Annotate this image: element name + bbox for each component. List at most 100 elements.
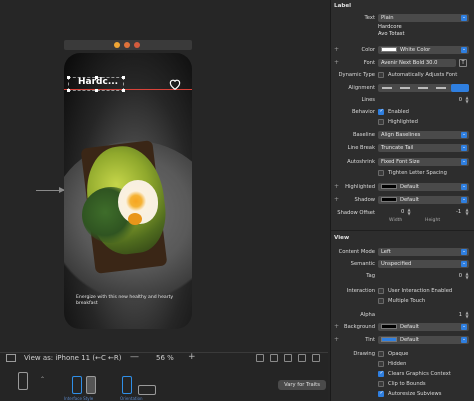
chevron-down-icon: ⌄: [461, 159, 467, 165]
resize-handle[interactable]: [95, 89, 98, 92]
content-mode-select[interactable]: Left ⌄: [378, 248, 469, 256]
tint-color-select[interactable]: Default ⌄: [378, 336, 469, 344]
section-divider: [331, 230, 474, 231]
chevron-down-icon: ⌄: [461, 261, 467, 267]
chevron-down-icon: ⌄: [461, 249, 467, 255]
add-variation-icon[interactable]: +: [334, 196, 339, 203]
exit-icon[interactable]: [134, 42, 140, 48]
align-icon[interactable]: [284, 354, 292, 362]
tag-value[interactable]: 0: [459, 273, 462, 279]
highlighted-color-select[interactable]: Default ⌄: [378, 183, 469, 191]
user-interaction-checkbox[interactable]: [378, 288, 384, 294]
view-controller-icon[interactable]: [114, 42, 120, 48]
heart-icon[interactable]: [168, 77, 182, 91]
multiple-touch-checkbox[interactable]: [378, 298, 384, 304]
hidden-label: Hidden: [388, 361, 407, 367]
enabled-label: Enabled: [388, 109, 409, 115]
align-center-icon[interactable]: [400, 87, 410, 89]
clears-graphics-checkbox[interactable]: [378, 370, 384, 377]
text-content-line: Avo Totast: [378, 31, 405, 37]
line-break-select[interactable]: Truncate Tail ⌄: [378, 144, 469, 152]
highlighted-label: Highlighted: [388, 119, 418, 125]
add-variation-icon[interactable]: +: [334, 183, 339, 190]
caption-label[interactable]: Energize with this new healthy and heart…: [76, 295, 180, 307]
color-select[interactable]: White Color ⌄: [378, 46, 469, 54]
dynamic-type-checkbox[interactable]: [378, 72, 384, 78]
label-section-title: Label: [334, 3, 352, 9]
semantic-label: Semantic: [350, 261, 375, 267]
align-left-icon[interactable]: [382, 87, 392, 89]
title-label[interactable]: Hardc...: [78, 77, 118, 87]
align-natural-icon[interactable]: [451, 84, 469, 92]
shadow-height-stepper[interactable]: ▲ ▼: [464, 208, 470, 216]
tag-stepper[interactable]: ▲ ▼: [464, 272, 470, 280]
view-as-label[interactable]: View as: iPhone 11 (←C ←R): [24, 354, 122, 362]
font-picker-icon[interactable]: T: [459, 59, 467, 67]
baseline-select[interactable]: Align Baselines ⌄: [378, 131, 469, 139]
add-constraints-icon[interactable]: [298, 354, 306, 362]
embed-in-icon[interactable]: [270, 354, 278, 362]
chevron-down-icon: ⌄: [461, 184, 467, 190]
first-responder-icon[interactable]: [124, 42, 130, 48]
add-variation-icon[interactable]: +: [334, 336, 339, 343]
alpha-stepper[interactable]: ▲ ▼: [464, 311, 470, 319]
document-outline-icon[interactable]: [6, 354, 16, 362]
behavior-label: Behavior: [351, 109, 375, 115]
portrait-orientation-icon[interactable]: [122, 376, 132, 394]
shadow-offset-width[interactable]: 0: [401, 209, 404, 215]
resize-handle[interactable]: [67, 89, 70, 92]
iphone-scene[interactable]: Hardc... Energize with this new healthy …: [64, 53, 192, 329]
baseline-label: Baseline: [353, 132, 375, 138]
alpha-value[interactable]: 1: [459, 312, 462, 318]
vary-for-traits-button[interactable]: Vary for Traits: [278, 380, 326, 390]
align-justified-icon[interactable]: [436, 87, 446, 89]
highlighted-checkbox[interactable]: [378, 119, 384, 125]
opaque-label: Opaque: [388, 351, 409, 357]
entry-point-arrow[interactable]: [36, 187, 65, 193]
color-label: Color: [361, 47, 375, 53]
line-break-label: Line Break: [347, 145, 375, 151]
resolve-issues-icon[interactable]: [312, 354, 320, 362]
lines-stepper[interactable]: ▲ ▼: [464, 96, 470, 104]
opaque-checkbox[interactable]: [378, 351, 384, 357]
baseline-value: Align Baselines: [381, 132, 421, 138]
line-break-value: Truncate Tail: [381, 145, 414, 151]
chevron-down-icon: ⌄: [461, 337, 467, 343]
background-value: Default: [400, 324, 419, 330]
semantic-select[interactable]: Unspecified ⌄: [378, 260, 469, 268]
update-frames-icon[interactable]: [256, 354, 264, 362]
light-appearance-icon[interactable]: [72, 376, 82, 394]
resize-handle[interactable]: [122, 76, 125, 79]
background-color-select[interactable]: Default ⌄: [378, 323, 469, 331]
scene-dock[interactable]: [64, 40, 192, 50]
dynamic-type-label: Dynamic Type: [338, 72, 375, 78]
dark-appearance-icon[interactable]: [86, 376, 96, 394]
shadow-width-stepper[interactable]: ▲ ▼: [406, 208, 412, 216]
device-chooser-chevron-icon[interactable]: ⌃: [40, 376, 45, 383]
add-variation-icon[interactable]: +: [334, 46, 339, 53]
hidden-checkbox[interactable]: [378, 361, 384, 367]
text-content-area[interactable]: Hardcore Avo Totast: [378, 24, 469, 44]
shadow-offset-height[interactable]: -1: [456, 209, 461, 215]
zoom-in-button[interactable]: +: [188, 352, 196, 362]
autoshrink-select[interactable]: Fixed Font Size ⌄: [378, 158, 469, 166]
device-iphone-icon[interactable]: [18, 372, 28, 390]
align-right-icon[interactable]: [418, 87, 428, 89]
clip-to-bounds-checkbox[interactable]: [378, 381, 384, 387]
enabled-checkbox[interactable]: [378, 108, 384, 115]
text-type-select[interactable]: Plain ⌄: [378, 14, 469, 22]
add-variation-icon[interactable]: +: [334, 59, 339, 66]
add-variation-icon[interactable]: +: [334, 323, 339, 330]
zoom-out-button[interactable]: —: [130, 352, 139, 362]
lines-value[interactable]: 0: [459, 97, 462, 103]
resize-handle[interactable]: [122, 89, 125, 92]
autoresize-label: Autoresize Subviews: [388, 391, 442, 397]
shadow-color-select[interactable]: Default ⌄: [378, 196, 469, 204]
resize-handle[interactable]: [67, 76, 70, 79]
landscape-orientation-icon[interactable]: [138, 385, 156, 395]
autoresize-checkbox[interactable]: [378, 390, 384, 397]
alignment-segmented-control[interactable]: [378, 84, 469, 92]
tighten-spacing-checkbox[interactable]: [378, 170, 384, 176]
font-field[interactable]: Avenir Next Bold 30.0: [378, 59, 456, 67]
text-label: Text: [364, 15, 376, 21]
